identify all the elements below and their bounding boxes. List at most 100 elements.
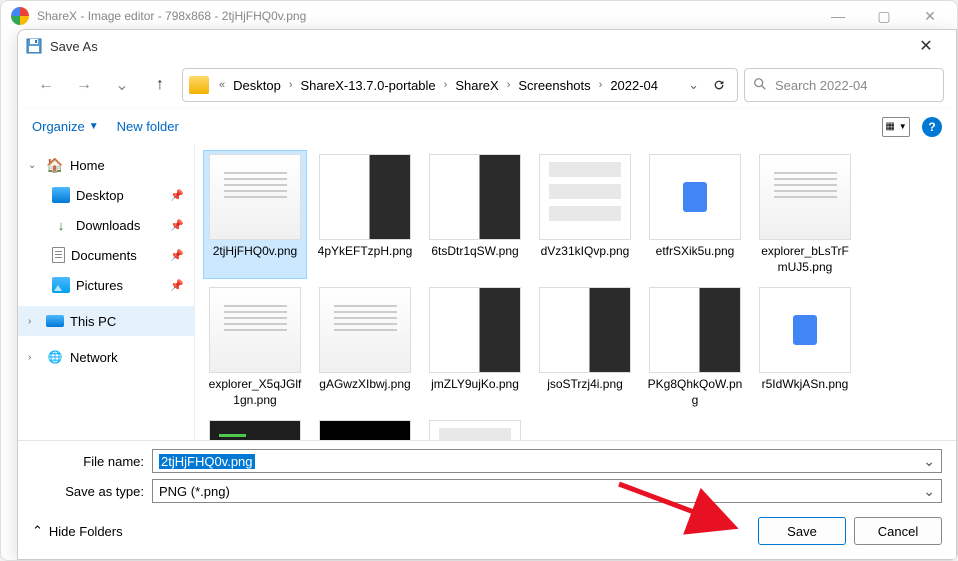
nav-row: ← → ⌄ ↑ « Desktop › ShareX-13.7.0-portab… bbox=[18, 62, 956, 108]
new-folder-button[interactable]: New folder bbox=[117, 119, 179, 134]
up-button[interactable]: ↑ bbox=[144, 69, 176, 101]
chevron-icon: › bbox=[595, 79, 607, 91]
expand-icon[interactable]: › bbox=[28, 316, 40, 327]
chevron-icon: « bbox=[215, 79, 229, 91]
dialog-title: Save As bbox=[50, 39, 904, 54]
file-item[interactable]: gAGwzXIbwj.png bbox=[313, 283, 417, 412]
save-icon bbox=[26, 38, 42, 54]
downloads-icon bbox=[52, 217, 70, 233]
file-label: jmZLY9ujKo.png bbox=[431, 377, 519, 393]
chevron-icon: › bbox=[503, 79, 515, 91]
dialog-close-button[interactable]: ✕ bbox=[904, 31, 948, 61]
filetype-label: Save as type: bbox=[32, 484, 152, 499]
breadcrumb-seg[interactable]: Desktop bbox=[229, 76, 285, 95]
file-item[interactable]: dVz31kIQvp.png bbox=[533, 150, 637, 279]
file-thumbnail bbox=[759, 287, 851, 373]
file-thumbnail bbox=[209, 154, 301, 240]
file-item[interactable]: explorer_X5qJGlf1gn.png bbox=[203, 283, 307, 412]
file-label: PKg8QhkQoW.png bbox=[647, 377, 743, 408]
breadcrumb-seg[interactable]: ShareX-13.7.0-portable bbox=[297, 76, 440, 95]
file-thumbnail bbox=[429, 154, 521, 240]
file-thumbnail bbox=[649, 287, 741, 373]
file-item[interactable]: r5IdWkjASn.png bbox=[753, 283, 857, 412]
refresh-button[interactable] bbox=[705, 78, 733, 92]
footer: File name: 2tjHjFHQ0v.png Save as type: … bbox=[18, 440, 956, 559]
file-label: jsoSTrzj4i.png bbox=[547, 377, 623, 393]
pictures-icon bbox=[52, 277, 70, 293]
file-thumbnail bbox=[319, 420, 411, 440]
file-label: 6tsDtr1qSW.png bbox=[431, 244, 518, 260]
cancel-button[interactable]: Cancel bbox=[854, 517, 942, 545]
breadcrumb-seg[interactable]: ShareX bbox=[451, 76, 502, 95]
file-label: dVz31kIQvp.png bbox=[541, 244, 630, 260]
forward-button[interactable]: → bbox=[68, 69, 100, 101]
help-button[interactable]: ? bbox=[922, 117, 942, 137]
file-item[interactable]: tJP1O8MIkF.png bbox=[313, 416, 417, 440]
minimize-button[interactable]: — bbox=[815, 1, 861, 31]
file-item[interactable]: 4pYkEFTzpH.png bbox=[313, 150, 417, 279]
sidebar: ⌄ Home Desktop 📌 Downloads 📌 Documents bbox=[18, 144, 194, 440]
file-item[interactable]: ShareX_bAVekr91A3.png bbox=[203, 416, 307, 440]
desktop-icon bbox=[52, 187, 70, 203]
documents-icon bbox=[52, 247, 65, 263]
file-label: explorer_bLsTrFmUJ5.png bbox=[757, 244, 853, 275]
hide-folders-button[interactable]: ⌃ Hide Folders bbox=[32, 523, 123, 539]
search-input[interactable]: Search 2022-04 bbox=[744, 68, 944, 102]
outer-title: ShareX - Image editor - 798x868 - 2tjHjF… bbox=[37, 9, 815, 23]
maximize-button[interactable]: ▢ bbox=[861, 1, 907, 31]
chevron-up-icon: ⌃ bbox=[32, 523, 43, 539]
file-label: etfrSXik5u.png bbox=[656, 244, 735, 260]
body: ⌄ Home Desktop 📌 Downloads 📌 Documents bbox=[18, 144, 956, 440]
filename-value: 2tjHjFHQ0v.png bbox=[159, 454, 255, 469]
breadcrumb-seg[interactable]: Screenshots bbox=[514, 76, 594, 95]
sidebar-item-thispc[interactable]: › This PC bbox=[18, 306, 194, 336]
file-item[interactable] bbox=[423, 416, 527, 440]
filetype-value: PNG (*.png) bbox=[159, 484, 230, 499]
filename-input[interactable]: 2tjHjFHQ0v.png bbox=[152, 449, 942, 473]
sidebar-item-documents[interactable]: Documents 📌 bbox=[18, 240, 194, 270]
file-label: explorer_X5qJGlf1gn.png bbox=[207, 377, 303, 408]
file-item[interactable]: jmZLY9ujKo.png bbox=[423, 283, 527, 412]
file-item[interactable]: jsoSTrzj4i.png bbox=[533, 283, 637, 412]
search-placeholder: Search 2022-04 bbox=[775, 78, 868, 93]
breadcrumb-seg[interactable]: 2022-04 bbox=[606, 76, 662, 95]
back-button[interactable]: ← bbox=[30, 69, 62, 101]
sidebar-item-network[interactable]: › Network bbox=[18, 342, 194, 372]
sidebar-item-pictures[interactable]: Pictures 📌 bbox=[18, 270, 194, 300]
save-button[interactable]: Save bbox=[758, 517, 846, 545]
search-icon bbox=[753, 77, 767, 94]
pin-icon: 📌 bbox=[170, 279, 184, 292]
sidebar-item-downloads[interactable]: Downloads 📌 bbox=[18, 210, 194, 240]
expand-icon[interactable]: › bbox=[28, 352, 40, 363]
collapse-icon[interactable]: ⌄ bbox=[28, 160, 40, 171]
file-thumbnail bbox=[539, 154, 631, 240]
filetype-select[interactable]: PNG (*.png) bbox=[152, 479, 942, 503]
address-dropdown-icon[interactable]: ⌄ bbox=[682, 77, 705, 93]
home-icon bbox=[46, 157, 64, 173]
outer-titlebar: ShareX - Image editor - 798x868 - 2tjHjF… bbox=[1, 1, 957, 31]
recent-button[interactable]: ⌄ bbox=[106, 69, 138, 101]
file-thumbnail bbox=[429, 287, 521, 373]
sidebar-item-home[interactable]: ⌄ Home bbox=[18, 150, 194, 180]
address-bar[interactable]: « Desktop › ShareX-13.7.0-portable › Sha… bbox=[182, 68, 738, 102]
file-thumbnail bbox=[759, 154, 851, 240]
organize-button[interactable]: Organize ▼ bbox=[32, 119, 99, 134]
toolbar: Organize ▼ New folder ▦ ▼ ? bbox=[18, 108, 956, 144]
sidebar-item-desktop[interactable]: Desktop 📌 bbox=[18, 180, 194, 210]
file-item[interactable]: 6tsDtr1qSW.png bbox=[423, 150, 527, 279]
pin-icon: 📌 bbox=[170, 189, 184, 202]
pin-icon: 📌 bbox=[170, 219, 184, 232]
view-mode-button[interactable]: ▦ ▼ bbox=[882, 117, 910, 137]
close-button[interactable]: ✕ bbox=[907, 1, 953, 31]
filename-label: File name: bbox=[32, 454, 152, 469]
file-item[interactable]: explorer_bLsTrFmUJ5.png bbox=[753, 150, 857, 279]
chevron-down-icon: ▼ bbox=[89, 121, 99, 132]
file-area[interactable]: 2tjHjFHQ0v.png4pYkEFTzpH.png 6tsDtr1qSW.p… bbox=[194, 144, 956, 440]
file-item[interactable]: etfrSXik5u.png bbox=[643, 150, 747, 279]
file-thumbnail bbox=[649, 154, 741, 240]
file-thumbnail bbox=[209, 287, 301, 373]
dialog-titlebar: Save As ✕ bbox=[18, 30, 956, 62]
file-item[interactable]: PKg8QhkQoW.png bbox=[643, 283, 747, 412]
file-thumbnail bbox=[209, 420, 301, 440]
file-item[interactable]: 2tjHjFHQ0v.png bbox=[203, 150, 307, 279]
